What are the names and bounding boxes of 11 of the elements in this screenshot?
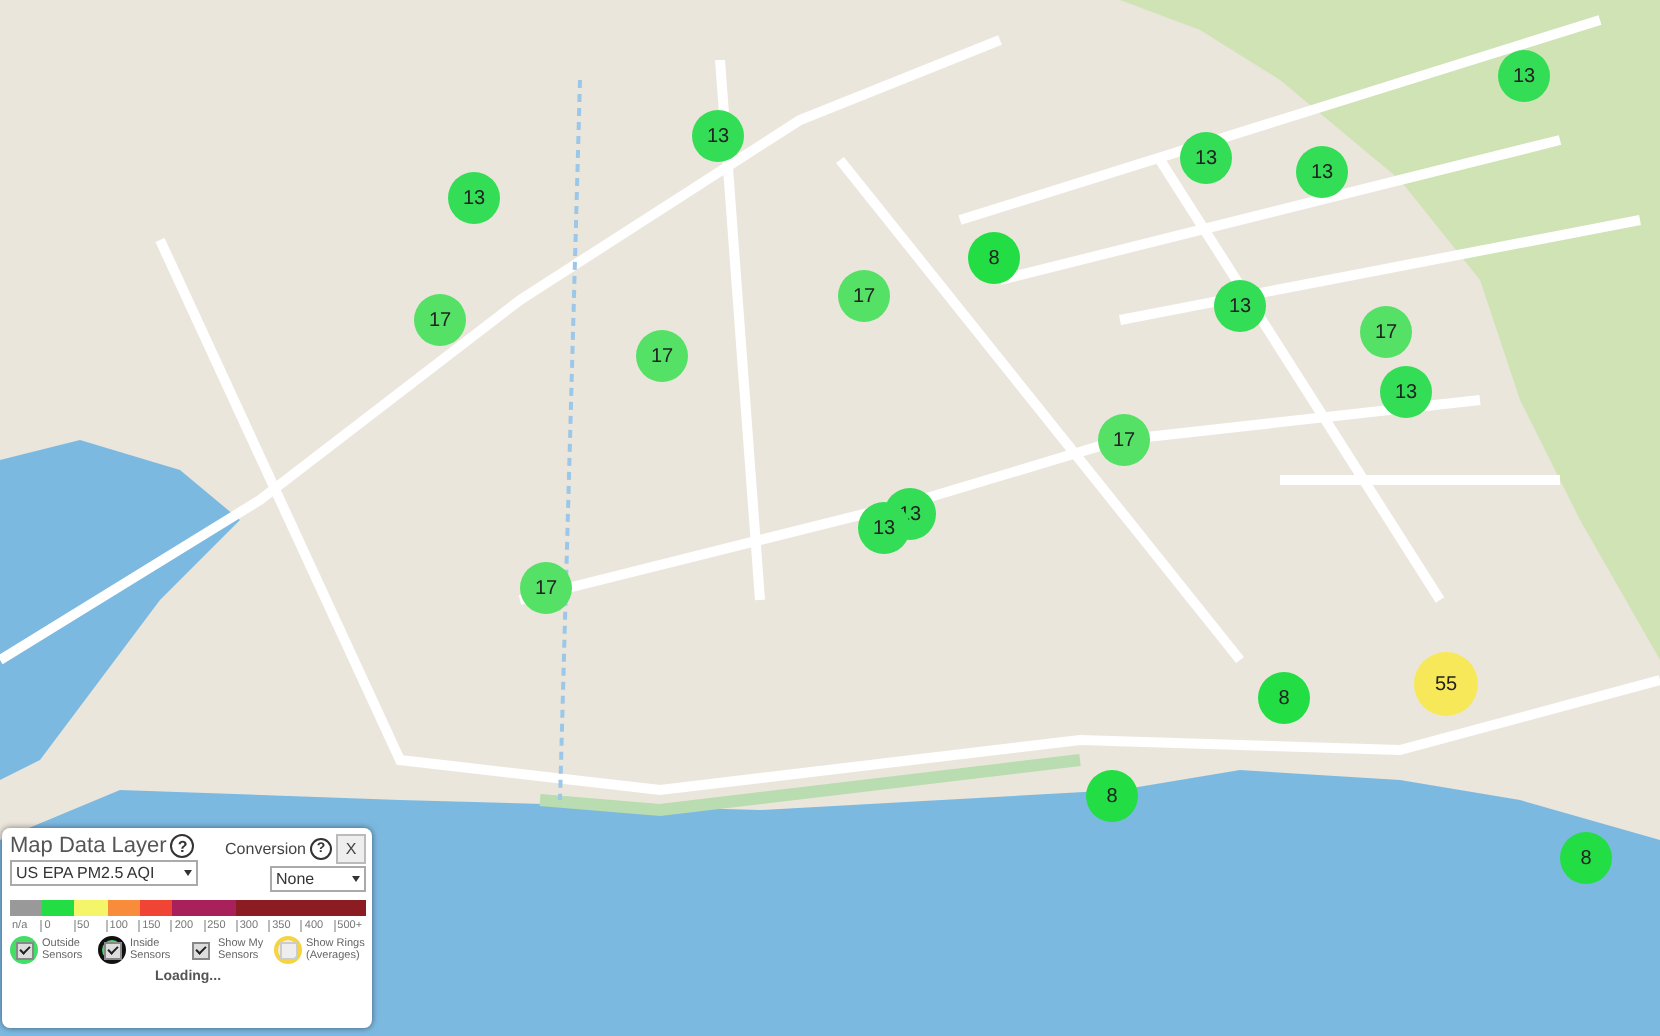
conversion-dropdown[interactable]: None bbox=[270, 866, 366, 892]
panel-title: Map Data Layer bbox=[10, 834, 167, 858]
checkbox[interactable] bbox=[186, 936, 214, 964]
help-icon[interactable]: ? bbox=[170, 834, 195, 858]
layer-dropdown[interactable]: US EPA PM2.5 AQI bbox=[10, 860, 198, 886]
checkbox[interactable] bbox=[10, 936, 38, 964]
caret-icon bbox=[352, 876, 360, 882]
caret-icon bbox=[184, 870, 192, 876]
checkbox[interactable] bbox=[98, 936, 126, 964]
conversion-label: Conversion bbox=[225, 840, 306, 858]
close-button[interactable]: X bbox=[336, 834, 366, 864]
